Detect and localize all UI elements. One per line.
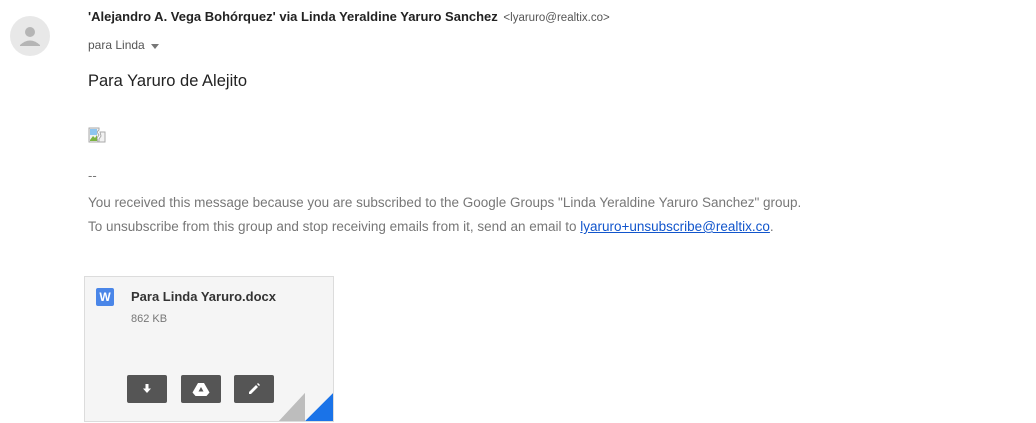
sender-email: <lyaruro@realtix.co> bbox=[503, 12, 610, 24]
recipient-details-toggle[interactable]: para Linda bbox=[88, 38, 159, 52]
attachment-card[interactable]: W Para Linda Yaruro.docx 862 KB bbox=[84, 276, 334, 422]
signature-separator: -- bbox=[88, 168, 97, 183]
sender-header: 'Alejandro A. Vega Bohórquez' via Linda … bbox=[88, 9, 610, 24]
recipient-label: para Linda bbox=[88, 38, 145, 52]
chevron-down-icon bbox=[150, 38, 159, 52]
drive-icon bbox=[192, 382, 210, 396]
attachment-size: 862 KB bbox=[131, 313, 168, 325]
unsubscribe-text: To unsubscribe from this group and stop … bbox=[88, 219, 581, 234]
broken-image-icon bbox=[88, 126, 106, 144]
sender-name[interactable]: 'Alejandro A. Vega Bohórquez' via Linda … bbox=[88, 9, 498, 24]
save-to-drive-button[interactable] bbox=[181, 375, 221, 403]
page-fold-corner bbox=[279, 393, 333, 421]
sender-avatar[interactable] bbox=[10, 16, 50, 56]
unsubscribe-link[interactable]: lyaruro+unsubscribe@realtix.co bbox=[580, 219, 770, 234]
unsubscribe-notice: To unsubscribe from this group and stop … bbox=[88, 219, 774, 234]
message-greeting: Para Yaruro de Alejito bbox=[88, 72, 247, 90]
person-icon bbox=[20, 27, 40, 46]
attachment-filename: Para Linda Yaruro.docx bbox=[131, 289, 276, 304]
unsubscribe-text-end: . bbox=[769, 219, 774, 234]
group-footer-notice: You received this message because you ar… bbox=[88, 195, 802, 210]
word-doc-icon: W bbox=[96, 288, 114, 306]
email-message: 'Alejandro A. Vega Bohórquez' via Linda … bbox=[0, 0, 1036, 423]
edit-icon bbox=[249, 383, 260, 394]
download-icon bbox=[143, 384, 151, 393]
edit-button[interactable] bbox=[234, 375, 274, 403]
download-button[interactable] bbox=[127, 375, 167, 403]
